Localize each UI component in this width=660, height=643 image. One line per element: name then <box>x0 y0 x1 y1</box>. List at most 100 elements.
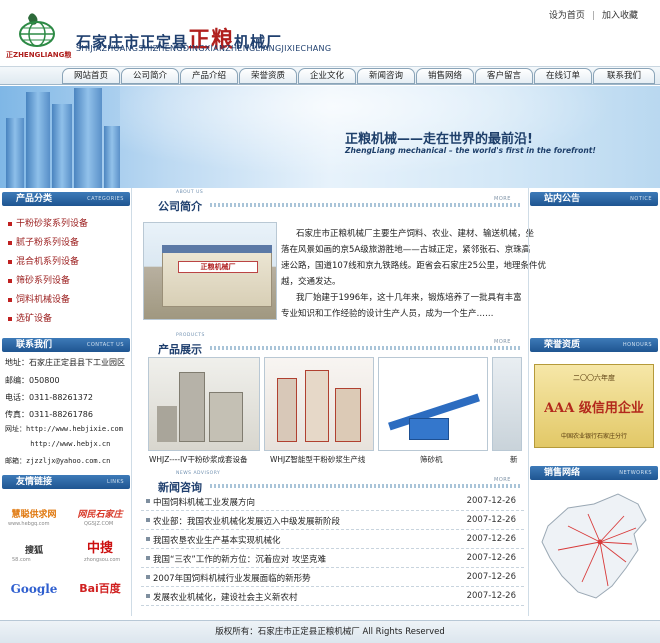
contact-title: 联系我们 <box>16 340 53 350</box>
nav-products[interactable]: 产品介绍 <box>180 68 238 84</box>
banner-building <box>6 118 24 188</box>
nav-feedback[interactable]: 客户留言 <box>475 68 533 84</box>
contact-website-2[interactable]: http://www.hebjx.cn <box>5 440 110 448</box>
categories-title-en: CATEGORIES <box>87 196 124 202</box>
news-item[interactable]: 发展农业机械化，建设社会主义新农村 2007-12-26 <box>141 587 524 606</box>
nav-news[interactable]: 新闻咨询 <box>357 68 415 84</box>
bullet-icon <box>146 556 150 560</box>
machine-part <box>335 388 361 442</box>
nav-sales[interactable]: 销售网络 <box>416 68 474 84</box>
bullet-icon <box>8 259 12 264</box>
factory-photo: 正粮机械厂 <box>143 222 277 320</box>
news-item[interactable]: 我国“三农”工作的新方位：沉着应对 攻坚克难 2007-12-26 <box>141 549 524 568</box>
nav-home[interactable]: 网站首页 <box>62 68 120 84</box>
category-item[interactable]: 选矿设备 <box>8 311 52 324</box>
honors-title: 荣誉资质 <box>544 340 581 350</box>
news-item-date: 2007-12-26 <box>466 553 516 563</box>
about-text-line: 专业知识和工作经验的设计生产人员，成为一个生产…… <box>281 309 494 319</box>
link-label: Google <box>10 582 58 596</box>
product-image[interactable] <box>264 357 374 451</box>
category-item[interactable]: 腻子粉系列设备 <box>8 235 79 248</box>
contact-postcode: 邮编：050800 <box>5 376 60 385</box>
nav-honors[interactable]: 荣誉资质 <box>239 68 297 84</box>
products-title-en: PRODUCTS <box>176 333 205 338</box>
news-item-title: 我国“三农”工作的新方位：沉着应对 攻坚克难 <box>153 555 327 565</box>
products-more-link[interactable]: MORE <box>494 339 511 345</box>
news-item-date: 2007-12-26 <box>466 591 516 601</box>
credit-certificate[interactable]: 二〇〇六年度 AAA 级信用企业 中国农业银行石家庄分行 <box>534 364 654 448</box>
cert-issuer: 中国农业银行石家庄分行 <box>560 433 627 440</box>
link-label: 搜狐 <box>24 546 43 556</box>
bullet-icon <box>8 278 12 283</box>
product-image[interactable] <box>148 357 260 451</box>
cert-year: 二〇〇六年度 <box>573 374 615 382</box>
news-item[interactable]: 2007年国饲料机械行业发展面临的新形势 2007-12-26 <box>141 568 524 587</box>
nav-order[interactable]: 在线订单 <box>534 68 592 84</box>
contact-email[interactable]: 邮箱：zjzzljx@yahoo.com.cn <box>5 456 110 466</box>
add-favorite-link[interactable]: 加入收藏 <box>602 11 638 21</box>
links-header: 友情链接 LINKS <box>2 475 130 489</box>
contact-website[interactable]: 网址：http://www.hebjixie.com <box>5 424 123 434</box>
category-item[interactable]: 饲料机械设备 <box>8 292 70 305</box>
network-title-en: NETWORKS <box>619 470 652 476</box>
notice-title: 站内公告 <box>544 194 581 204</box>
news-title-en: NEWS ADVISORY <box>176 471 221 476</box>
bullet-icon <box>8 240 12 245</box>
news-item-date: 2007-12-26 <box>466 515 516 525</box>
product-image[interactable] <box>492 357 522 451</box>
about-title: ABOUT US 公司简介 <box>158 190 203 214</box>
link-google[interactable]: Google <box>6 578 62 600</box>
product-caption[interactable]: WHJZ智能型干粉砂浆生产线 <box>270 454 365 465</box>
product-caption[interactable]: 新 <box>510 454 518 465</box>
honors-header: 荣誉资质 HONOURS <box>530 338 658 352</box>
link-label: Bai百度 <box>79 582 121 595</box>
category-item[interactable]: 混合机系列设备 <box>8 254 79 267</box>
categories-title: 产品分类 <box>16 194 53 204</box>
banner <box>0 86 660 188</box>
link-sub: zhongsou.com <box>84 557 121 563</box>
about-text-line: 速公路，国道107线和京九铁路线。距省会石家庄25公里，地理条件优 <box>281 261 547 271</box>
news-item[interactable]: 中国饲料机械工业发展方向 2007-12-26 <box>141 492 524 511</box>
product-caption[interactable]: WHJZ----IV干粉砂浆成套设备 <box>149 454 247 465</box>
cert-title: AAA 级信用企业 <box>544 401 644 416</box>
links-title: 友情链接 <box>16 477 53 487</box>
category-item[interactable]: 干粉砂浆系列设备 <box>8 216 88 229</box>
bullet-icon <box>146 499 150 503</box>
title-rule <box>210 346 522 350</box>
nav-contact[interactable]: 联系我们 <box>593 68 655 84</box>
separator: | <box>591 11 595 21</box>
links-title-en: LINKS <box>107 479 124 485</box>
machine-part <box>179 372 205 442</box>
about-text-line: 落在风景如画的京5A级旅游胜地——古城正定，紧邻张石、京珠高 <box>281 245 531 255</box>
news-item[interactable]: 我国农垦农业生产基本实现机械化 2007-12-26 <box>141 530 524 549</box>
category-item[interactable]: 筛砂系列设备 <box>8 273 70 286</box>
factory-building <box>162 249 272 307</box>
news-item-title: 2007年国饲料机械行业发展面临的新形势 <box>153 574 311 584</box>
link-baidu[interactable]: Bai百度 <box>72 578 128 600</box>
copyright: 版权所有：石家庄市正定县正粮机械厂 All Rights Reserved <box>215 627 445 637</box>
news-more-link[interactable]: MORE <box>494 477 511 483</box>
footer: 版权所有：石家庄市正定县正粮机械厂 All Rights Reserved <box>0 620 660 643</box>
nav-about[interactable]: 公司简介 <box>121 68 179 84</box>
bullet-icon <box>146 537 150 541</box>
notice-title-en: NOTICE <box>630 196 652 202</box>
set-homepage-link[interactable]: 设为首页 <box>549 11 585 21</box>
nav-culture[interactable]: 企业文化 <box>298 68 356 84</box>
category-label: 腻子粉系列设备 <box>16 238 80 248</box>
link-sub: 58.com <box>12 557 31 563</box>
product-caption[interactable]: 筛砂机 <box>420 454 443 465</box>
product-image[interactable] <box>378 357 488 451</box>
news-item[interactable]: 农业部：我国农业机械化发展迈入中级发展新阶段 2007-12-26 <box>141 511 524 530</box>
china-sales-map[interactable] <box>538 486 654 608</box>
about-text-line: 越，交通发达。 <box>281 277 341 287</box>
machine-part <box>157 406 177 442</box>
about-more-link[interactable]: MORE <box>494 196 511 202</box>
link-sub: www.hebgq.com <box>8 521 50 527</box>
bullet-icon <box>146 518 150 522</box>
title-rule <box>210 484 522 488</box>
company-logo[interactable]: 正ZHENGLIANG粮 <box>6 8 71 60</box>
link-sub: QGSJZ.COM <box>84 521 114 527</box>
factory-sign: 正粮机械厂 <box>178 261 258 273</box>
banner-building <box>52 104 72 188</box>
top-links: 设为首页 | 加入收藏 <box>549 8 638 21</box>
